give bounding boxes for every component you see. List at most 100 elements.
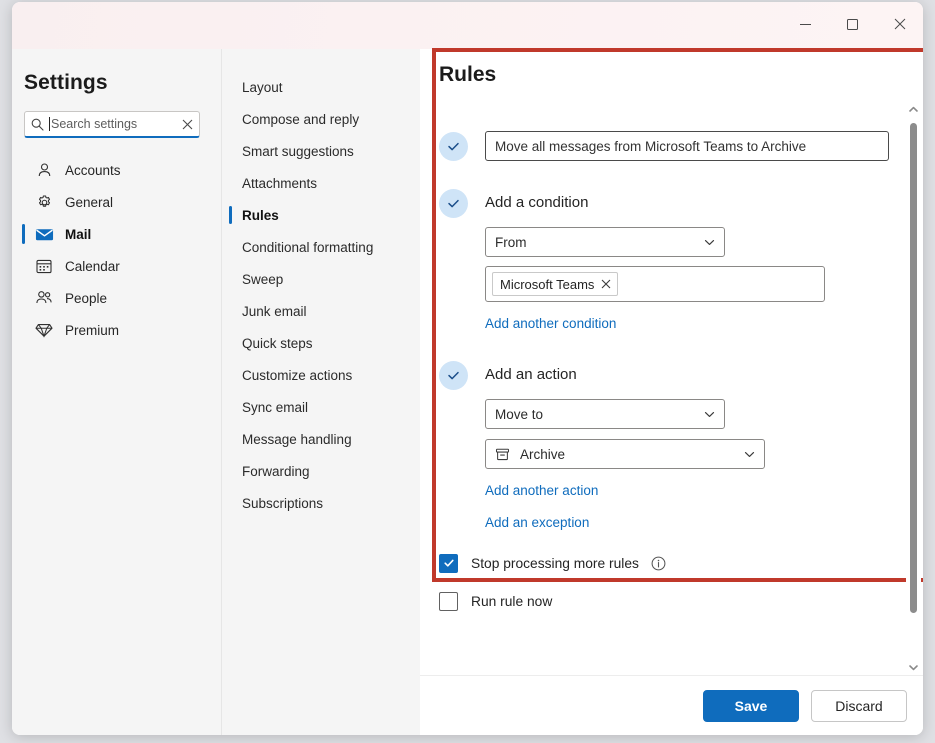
recipient-chip[interactable]: Microsoft Teams [492, 272, 619, 296]
action-type-dropdown[interactable]: Move to [485, 399, 725, 429]
people-icon [34, 288, 54, 308]
subnav-item-junk-email[interactable]: Junk email [222, 295, 420, 327]
subnav-item-rules[interactable]: Rules [222, 199, 420, 231]
subnav-item-label: Attachments [242, 175, 318, 191]
info-icon[interactable] [651, 556, 666, 571]
step-complete-icon [439, 132, 468, 161]
search-settings-box[interactable]: Search settings [24, 111, 200, 138]
diamond-icon [34, 320, 54, 340]
chevron-up-icon [909, 106, 918, 112]
subnav-item-quick-steps[interactable]: Quick steps [222, 327, 420, 359]
sidebar-item-people[interactable]: People [12, 282, 221, 314]
rules-footer: Save Discard [420, 675, 923, 735]
minimize-icon [800, 23, 811, 25]
subnav-item-label: Layout [242, 79, 283, 95]
checkmark-icon [443, 559, 454, 567]
search-text-caret [49, 117, 50, 131]
rule-name-input[interactable]: Move all messages from Microsoft Teams t… [485, 131, 889, 161]
add-an-exception-link[interactable]: Add an exception [485, 515, 589, 530]
rules-pane: Rules Move all messages from Microsoft T… [420, 49, 923, 735]
sidebar-item-label: General [65, 194, 114, 210]
subnav-item-label: Rules [242, 207, 279, 223]
chip-label: Microsoft Teams [500, 276, 595, 292]
subnav-item-label: Conditional formatting [242, 239, 374, 255]
discard-button[interactable]: Discard [811, 689, 907, 722]
subnav-item-compose-and-reply[interactable]: Compose and reply [222, 103, 420, 135]
step-complete-icon [439, 361, 468, 390]
sidebar-item-accounts[interactable]: Accounts [12, 154, 221, 186]
page-title: Rules [439, 63, 497, 86]
maximize-icon [847, 18, 858, 30]
selection-indicator [229, 206, 232, 224]
close-icon[interactable] [601, 279, 611, 289]
window-caption-buttons [782, 2, 923, 46]
search-clear-icon[interactable] [182, 119, 193, 130]
rule-name-body: Move all messages from Microsoft Teams t… [485, 131, 923, 161]
subnav-item-label: Compose and reply [242, 111, 360, 127]
mail-subnav: Layout Compose and reply Smart suggestio… [222, 49, 420, 735]
subnav-item-attachments[interactable]: Attachments [222, 167, 420, 199]
subnav-item-message-handling[interactable]: Message handling [222, 423, 420, 455]
scroll-up-arrow[interactable] [906, 101, 921, 117]
sidebar-item-label: Accounts [65, 162, 121, 178]
stop-processing-checkbox[interactable] [439, 553, 458, 573]
sidebar-item-label: Mail [65, 226, 92, 242]
run-rule-now-checkbox[interactable] [439, 591, 458, 611]
chevron-down-icon [703, 236, 716, 249]
subnav-item-subscriptions[interactable]: Subscriptions [222, 487, 420, 519]
sidebar-item-general[interactable]: General [12, 186, 221, 218]
subnav-item-sync-email[interactable]: Sync email [222, 391, 420, 423]
vertical-scrollbar[interactable] [906, 101, 921, 675]
scrollbar-thumb[interactable] [910, 123, 917, 613]
maximize-button[interactable] [829, 2, 876, 46]
calendar-icon [34, 256, 54, 276]
search-input[interactable]: Search settings [51, 117, 182, 131]
rules-scroll-area: Move all messages from Microsoft Teams t… [420, 101, 923, 675]
sidebar-item-calendar[interactable]: Calendar [12, 250, 221, 282]
add-another-action-link[interactable]: Add another action [485, 483, 598, 498]
scroll-down-arrow[interactable] [906, 659, 921, 675]
subnav-item-label: Sweep [242, 271, 284, 287]
subnav-item-layout[interactable]: Layout [222, 71, 420, 103]
gear-icon [34, 192, 54, 212]
save-button[interactable]: Save [703, 689, 799, 722]
sidebar-item-mail[interactable]: Mail [12, 218, 221, 250]
minimize-button[interactable] [782, 2, 829, 46]
sidebar-item-label: People [65, 290, 108, 306]
condition-type-value: From [495, 234, 527, 250]
subnav-item-customize-actions[interactable]: Customize actions [222, 359, 420, 391]
settings-window: Settings Search settings Accounts Genera… [12, 2, 923, 735]
condition-type-dropdown[interactable]: From [485, 227, 725, 257]
subnav-item-label: Sync email [242, 399, 309, 415]
rule-action-body: Add an action Move to Archive Add anothe… [485, 360, 923, 532]
stop-processing-label: Stop processing more rules [471, 555, 639, 571]
subnav-item-label: Forwarding [242, 463, 310, 479]
chevron-down-icon [703, 408, 716, 421]
sidebar-item-label: Premium [65, 322, 120, 338]
rule-action-row: Add an action Move to Archive Add anothe… [420, 360, 923, 532]
subnav-item-smart-suggestions[interactable]: Smart suggestions [222, 135, 420, 167]
run-rule-now-option-row: Run rule now [420, 588, 923, 614]
step-complete-icon [439, 189, 468, 218]
search-icon [31, 118, 44, 131]
sidebar-item-premium[interactable]: Premium [12, 314, 221, 346]
rule-condition-row: Add a condition From Microsoft Teams Add… [420, 188, 923, 333]
action-target-value: Archive [520, 446, 566, 462]
condition-value-field[interactable]: Microsoft Teams [485, 266, 825, 302]
add-another-condition-link[interactable]: Add another condition [485, 316, 616, 331]
action-target-dropdown[interactable]: Archive [485, 439, 765, 469]
settings-sidebar: Settings Search settings Accounts Genera… [12, 49, 222, 735]
rule-condition-body: Add a condition From Microsoft Teams Add… [485, 188, 923, 333]
window-content: Settings Search settings Accounts Genera… [12, 49, 923, 735]
subnav-item-forwarding[interactable]: Forwarding [222, 455, 420, 487]
close-button[interactable] [876, 2, 923, 46]
person-icon [34, 160, 54, 180]
selection-indicator [22, 224, 25, 244]
screen-root: Settings Search settings Accounts Genera… [0, 0, 935, 743]
condition-heading: Add a condition [485, 194, 589, 211]
subnav-item-label: Junk email [242, 303, 307, 319]
subnav-item-sweep[interactable]: Sweep [222, 263, 420, 295]
subnav-item-label: Quick steps [242, 335, 313, 351]
subnav-item-conditional-formatting[interactable]: Conditional formatting [222, 231, 420, 263]
sidebar-item-label: Calendar [65, 258, 120, 274]
